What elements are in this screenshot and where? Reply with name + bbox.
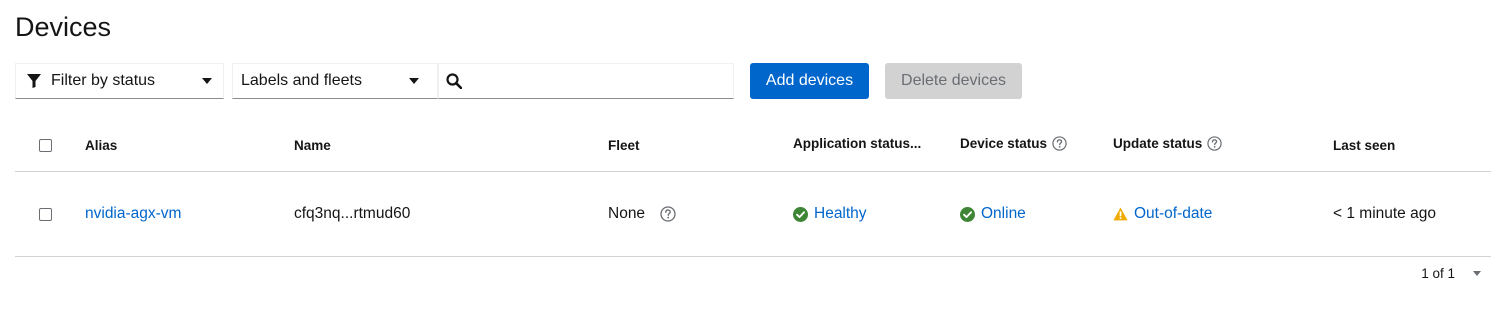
row-checkbox-cell [39, 172, 52, 256]
funnel-icon [27, 74, 41, 88]
update-status-header-label: Update status [1113, 135, 1203, 151]
column-header-update-status: Update status [1113, 119, 1222, 167]
column-header-application-status: Application status... [793, 135, 922, 151]
question-circle-icon[interactable] [660, 206, 676, 222]
device-fleet-cell: None [608, 172, 676, 256]
search-input[interactable] [470, 66, 733, 96]
caret-down-icon [202, 78, 212, 84]
update-status-value: Out-of-date [1134, 205, 1213, 222]
add-devices-button[interactable]: Add devices [750, 63, 869, 99]
device-status-cell[interactable]: Online [960, 172, 1026, 256]
filter-by-status-dropdown[interactable]: Filter by status [15, 63, 224, 99]
device-name: cfq3nq...rtmud60 [294, 205, 411, 222]
delete-devices-button: Delete devices [885, 63, 1022, 99]
check-circle-icon [793, 206, 808, 222]
warning-triangle-icon [1113, 207, 1128, 221]
device-status-value: Online [981, 205, 1026, 222]
device-alias-link[interactable]: nvidia-agx-vm [85, 172, 181, 256]
column-header-name[interactable]: Name [294, 121, 331, 169]
search-box [438, 63, 734, 99]
labels-and-fleets-dropdown[interactable]: Labels and fleets [232, 63, 438, 99]
search-icon [446, 73, 462, 89]
check-circle-icon [960, 206, 975, 222]
caret-down-icon [409, 78, 419, 84]
row-select-checkbox[interactable] [39, 207, 52, 221]
device-fleet-value: None [608, 205, 646, 222]
labels-and-fleets-label: Labels and fleets [241, 72, 362, 89]
page-title: Devices [15, 12, 112, 42]
column-header-device-status: Device status [960, 119, 1067, 167]
column-header-fleet: Fleet [608, 137, 640, 153]
column-header-alias[interactable]: Alias [85, 121, 117, 169]
select-all-checkbox-cell [39, 121, 52, 169]
question-circle-icon[interactable] [1052, 135, 1067, 151]
column-header-last-seen[interactable]: Last seen [1333, 121, 1395, 169]
pagination[interactable]: 1 of 1 [1421, 266, 1481, 281]
select-all-checkbox[interactable] [39, 138, 52, 152]
table-row: nvidia-agx-vm cfq3nq...rtmud60 None Heal… [15, 172, 1491, 257]
pagination-range: 1 of 1 [1421, 266, 1455, 281]
table-header: Alias Name Fleet Application status... D… [15, 121, 1491, 172]
last-seen-value: < 1 minute ago [1333, 205, 1436, 222]
application-status-value: Healthy [814, 205, 867, 222]
application-status-cell[interactable]: Healthy [793, 172, 867, 256]
device-status-header-label: Device status [960, 135, 1048, 151]
caret-down-icon[interactable] [1473, 271, 1481, 276]
update-status-cell[interactable]: Out-of-date [1113, 172, 1212, 256]
question-circle-icon[interactable] [1207, 135, 1222, 151]
filter-by-status-label: Filter by status [51, 72, 156, 89]
